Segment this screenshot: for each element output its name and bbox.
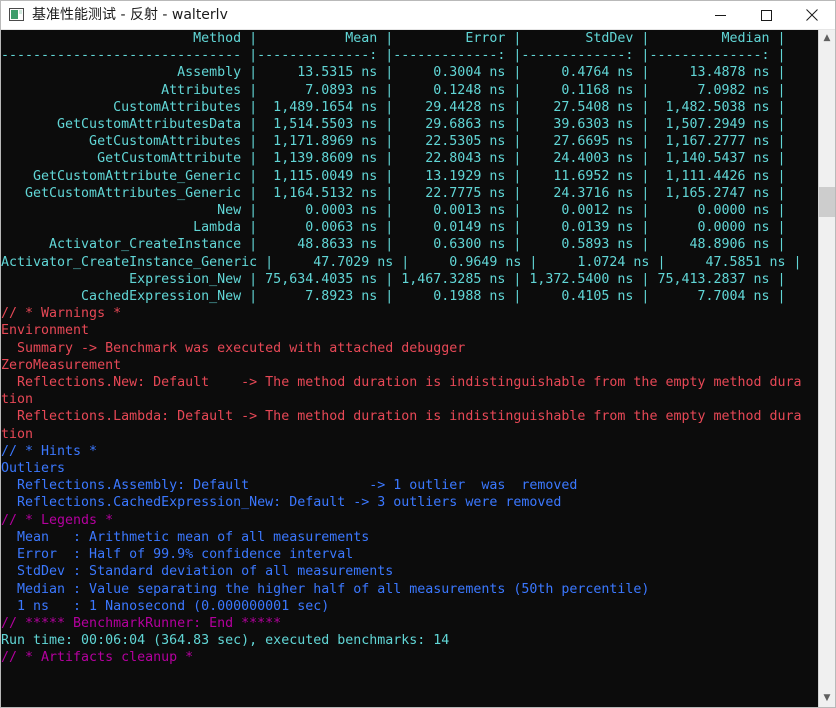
window-title: 基准性能测试 - 反射 - walterlv xyxy=(32,7,228,23)
console-app-icon xyxy=(9,7,25,23)
maximize-button[interactable] xyxy=(743,1,789,29)
benchmark-results-table: Method | Mean | Error | StdDev | Median … xyxy=(1,31,802,305)
warnings-section: // * Warnings * Environment Summary -> B… xyxy=(1,306,802,442)
legends-body: Mean : Arithmetic mean of all measuremen… xyxy=(17,529,650,614)
terminal-text: Method | Mean | Error | StdDev | Median … xyxy=(1,30,818,667)
run-time-line: Run time: 00:06:04 (364.83 sec), execute… xyxy=(1,633,450,649)
scroll-up-arrow[interactable]: ▲ xyxy=(819,30,835,47)
vertical-scrollbar[interactable]: ▲ ▼ xyxy=(818,30,835,707)
window-controls xyxy=(697,1,835,29)
minimize-button[interactable] xyxy=(697,1,743,29)
close-button[interactable] xyxy=(789,1,835,29)
title-bar[interactable]: 基准性能测试 - 反射 - walterlv xyxy=(1,1,835,30)
scroll-down-arrow[interactable]: ▼ xyxy=(819,690,835,707)
legends-section: // * Legends * Mean : Arithmetic mean of… xyxy=(1,513,649,614)
scrollbar-thumb[interactable] xyxy=(819,187,835,217)
artifacts-section: // * Artifacts cleanup * xyxy=(1,650,194,666)
runner-end-header: // ***** BenchmarkRunner: End ***** xyxy=(1,615,282,631)
terminal-output[interactable]: Method | Mean | Error | StdDev | Median … xyxy=(1,30,818,707)
hints-section: // * Hints * Outliers Reflections.Assemb… xyxy=(1,443,578,511)
runner-end-section: // ***** BenchmarkRunner: End ***** Run … xyxy=(1,616,449,648)
console-body: Method | Mean | Error | StdDev | Median … xyxy=(1,30,835,707)
legends-header: // * Legends * xyxy=(1,512,114,528)
console-window: 基准性能测试 - 反射 - walterlv Method | Mean | E… xyxy=(0,0,836,708)
